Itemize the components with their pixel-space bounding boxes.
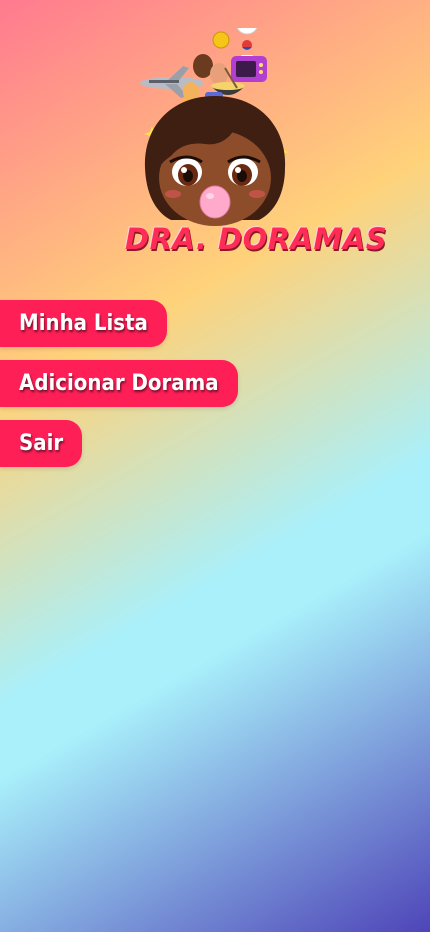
mascot-illustration [140, 28, 289, 226]
coin-icon [212, 31, 230, 49]
logo-title: DRA. DORAMAS [125, 222, 388, 256]
tv-icon [231, 56, 267, 82]
bubblegum [199, 185, 231, 219]
my-list-button[interactable]: Minha Lista [0, 300, 167, 347]
add-dorama-button[interactable]: Adicionar Dorama [0, 360, 238, 407]
main-menu: Minha Lista Adicionar Dorama Sair [0, 300, 238, 480]
app-logo: DRA. DORAMAS [125, 28, 388, 268]
logout-button[interactable]: Sair [0, 420, 83, 467]
